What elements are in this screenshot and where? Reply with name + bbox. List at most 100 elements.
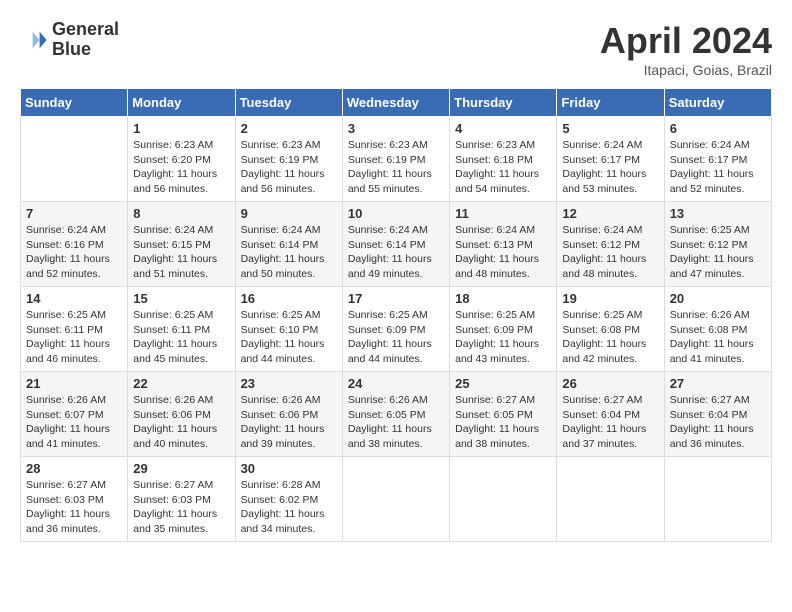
calendar-cell: 5Sunrise: 6:24 AMSunset: 6:17 PMDaylight… — [557, 117, 664, 202]
calendar-cell: 14 Sunrise: 6:25 AMSunset: 6:11 PMDayligh… — [21, 287, 128, 372]
day-info: Sunrise: 6:24 AMSunset: 6:13 PMDaylight:… — [455, 223, 551, 282]
day-info: Sunrise: 6:26 AMSunset: 6:07 PMDaylight:… — [26, 393, 122, 452]
calendar-cell — [21, 117, 128, 202]
weekday-header-sunday: Sunday — [21, 89, 128, 117]
day-info: Sunrise: 6:27 AMSunset: 6:03 PMDaylight:… — [26, 478, 122, 537]
calendar-cell: 13 Sunrise: 6:25 AMSunset: 6:12 PMDayligh… — [664, 202, 771, 287]
day-number: 17 — [348, 291, 444, 306]
day-number: 12 — [562, 206, 658, 221]
calendar-cell: 7 Sunrise: 6:24 AMSunset: 6:16 PMDaylight… — [21, 202, 128, 287]
calendar-cell: 29 Sunrise: 6:27 AMSunset: 6:03 PMDayligh… — [128, 457, 235, 542]
day-info: Sunrise: 6:23 AMSunset: 6:18 PMDaylight:… — [455, 138, 551, 197]
day-info: Sunrise: 6:27 AMSunset: 6:04 PMDaylight:… — [670, 393, 766, 452]
day-number: 28 — [26, 461, 122, 476]
day-number: 20 — [670, 291, 766, 306]
calendar-cell: 12 Sunrise: 6:24 AMSunset: 6:12 PMDayligh… — [557, 202, 664, 287]
week-row-4: 21 Sunrise: 6:26 AMSunset: 6:07 PMDayligh… — [21, 372, 772, 457]
day-info: Sunrise: 6:26 AMSunset: 6:08 PMDaylight:… — [670, 308, 766, 367]
calendar-cell: 6 Sunrise: 6:24 AMSunset: 6:17 PMDaylight… — [664, 117, 771, 202]
day-number: 27 — [670, 376, 766, 391]
day-info: Sunrise: 6:25 AMSunset: 6:11 PMDaylight:… — [133, 308, 229, 367]
calendar-cell: 16 Sunrise: 6:25 AMSunset: 6:10 PMDayligh… — [235, 287, 342, 372]
week-row-2: 7 Sunrise: 6:24 AMSunset: 6:16 PMDaylight… — [21, 202, 772, 287]
day-number: 16 — [241, 291, 337, 306]
day-info: Sunrise: 6:24 AMSunset: 6:12 PMDaylight:… — [562, 223, 658, 282]
logo-line2: Blue — [52, 40, 119, 60]
calendar-cell: 20 Sunrise: 6:26 AMSunset: 6:08 PMDayligh… — [664, 287, 771, 372]
weekday-header-friday: Friday — [557, 89, 664, 117]
day-number: 14 — [26, 291, 122, 306]
day-number: 24 — [348, 376, 444, 391]
calendar-table: SundayMondayTuesdayWednesdayThursdayFrid… — [20, 88, 772, 542]
calendar-cell: 15Sunrise: 6:25 AMSunset: 6:11 PMDayligh… — [128, 287, 235, 372]
day-number: 3 — [348, 121, 444, 136]
week-row-1: 1Sunrise: 6:23 AMSunset: 6:20 PMDaylight… — [21, 117, 772, 202]
calendar-cell: 28 Sunrise: 6:27 AMSunset: 6:03 PMDayligh… — [21, 457, 128, 542]
title-block: April 2024 Itapaci, Goias, Brazil — [600, 20, 772, 78]
calendar-cell: 1Sunrise: 6:23 AMSunset: 6:20 PMDaylight… — [128, 117, 235, 202]
day-info: Sunrise: 6:25 AMSunset: 6:08 PMDaylight:… — [562, 308, 658, 367]
calendar-cell — [664, 457, 771, 542]
day-number: 22 — [133, 376, 229, 391]
day-info: Sunrise: 6:25 AMSunset: 6:12 PMDaylight:… — [670, 223, 766, 282]
day-info: Sunrise: 6:27 AMSunset: 6:03 PMDaylight:… — [133, 478, 229, 537]
day-number: 29 — [133, 461, 229, 476]
day-number: 8 — [133, 206, 229, 221]
calendar-cell — [342, 457, 449, 542]
calendar-cell: 18Sunrise: 6:25 AMSunset: 6:09 PMDayligh… — [450, 287, 557, 372]
calendar-cell: 23 Sunrise: 6:26 AMSunset: 6:06 PMDayligh… — [235, 372, 342, 457]
calendar-cell: 9Sunrise: 6:24 AMSunset: 6:14 PMDaylight… — [235, 202, 342, 287]
calendar-cell: 22 Sunrise: 6:26 AMSunset: 6:06 PMDayligh… — [128, 372, 235, 457]
day-info: Sunrise: 6:23 AMSunset: 6:20 PMDaylight:… — [133, 138, 229, 197]
weekday-header-row: SundayMondayTuesdayWednesdayThursdayFrid… — [21, 89, 772, 117]
calendar-cell: 4 Sunrise: 6:23 AMSunset: 6:18 PMDaylight… — [450, 117, 557, 202]
week-row-3: 14 Sunrise: 6:25 AMSunset: 6:11 PMDayligh… — [21, 287, 772, 372]
weekday-header-wednesday: Wednesday — [342, 89, 449, 117]
day-info: Sunrise: 6:27 AMSunset: 6:04 PMDaylight:… — [562, 393, 658, 452]
day-info: Sunrise: 6:28 AMSunset: 6:02 PMDaylight:… — [241, 478, 337, 537]
calendar-cell — [450, 457, 557, 542]
weekday-header-saturday: Saturday — [664, 89, 771, 117]
day-info: Sunrise: 6:25 AMSunset: 6:10 PMDaylight:… — [241, 308, 337, 367]
day-number: 30 — [241, 461, 337, 476]
calendar-cell: 3 Sunrise: 6:23 AMSunset: 6:19 PMDaylight… — [342, 117, 449, 202]
day-number: 19 — [562, 291, 658, 306]
day-number: 7 — [26, 206, 122, 221]
page-header: General Blue April 2024 Itapaci, Goias, … — [20, 20, 772, 78]
calendar-cell: 8 Sunrise: 6:24 AMSunset: 6:15 PMDaylight… — [128, 202, 235, 287]
calendar-cell: 19 Sunrise: 6:25 AMSunset: 6:08 PMDayligh… — [557, 287, 664, 372]
day-number: 13 — [670, 206, 766, 221]
day-info: Sunrise: 6:25 AMSunset: 6:09 PMDaylight:… — [455, 308, 551, 367]
day-number: 21 — [26, 376, 122, 391]
calendar-cell: 17Sunrise: 6:25 AMSunset: 6:09 PMDayligh… — [342, 287, 449, 372]
day-info: Sunrise: 6:24 AMSunset: 6:16 PMDaylight:… — [26, 223, 122, 282]
day-info: Sunrise: 6:24 AMSunset: 6:17 PMDaylight:… — [562, 138, 658, 197]
day-info: Sunrise: 6:23 AMSunset: 6:19 PMDaylight:… — [241, 138, 337, 197]
day-info: Sunrise: 6:25 AMSunset: 6:11 PMDaylight:… — [26, 308, 122, 367]
day-number: 26 — [562, 376, 658, 391]
day-info: Sunrise: 6:26 AMSunset: 6:05 PMDaylight:… — [348, 393, 444, 452]
month-title: April 2024 — [600, 20, 772, 62]
calendar-cell: 27 Sunrise: 6:27 AMSunset: 6:04 PMDayligh… — [664, 372, 771, 457]
calendar-cell: 26 Sunrise: 6:27 AMSunset: 6:04 PMDayligh… — [557, 372, 664, 457]
calendar-cell: 21 Sunrise: 6:26 AMSunset: 6:07 PMDayligh… — [21, 372, 128, 457]
day-info: Sunrise: 6:23 AMSunset: 6:19 PMDaylight:… — [348, 138, 444, 197]
day-number: 25 — [455, 376, 551, 391]
day-info: Sunrise: 6:27 AMSunset: 6:05 PMDaylight:… — [455, 393, 551, 452]
weekday-header-thursday: Thursday — [450, 89, 557, 117]
calendar-cell: 11 Sunrise: 6:24 AMSunset: 6:13 PMDayligh… — [450, 202, 557, 287]
day-info: Sunrise: 6:26 AMSunset: 6:06 PMDaylight:… — [241, 393, 337, 452]
day-number: 10 — [348, 206, 444, 221]
day-info: Sunrise: 6:24 AMSunset: 6:17 PMDaylight:… — [670, 138, 766, 197]
location: Itapaci, Goias, Brazil — [600, 62, 772, 78]
day-number: 4 — [455, 121, 551, 136]
day-number: 6 — [670, 121, 766, 136]
calendar-cell: 30 Sunrise: 6:28 AMSunset: 6:02 PMDayligh… — [235, 457, 342, 542]
day-info: Sunrise: 6:26 AMSunset: 6:06 PMDaylight:… — [133, 393, 229, 452]
logo-text: General Blue — [52, 20, 119, 60]
day-info: Sunrise: 6:24 AMSunset: 6:15 PMDaylight:… — [133, 223, 229, 282]
day-number: 23 — [241, 376, 337, 391]
day-number: 11 — [455, 206, 551, 221]
day-number: 9 — [241, 206, 337, 221]
weekday-header-monday: Monday — [128, 89, 235, 117]
